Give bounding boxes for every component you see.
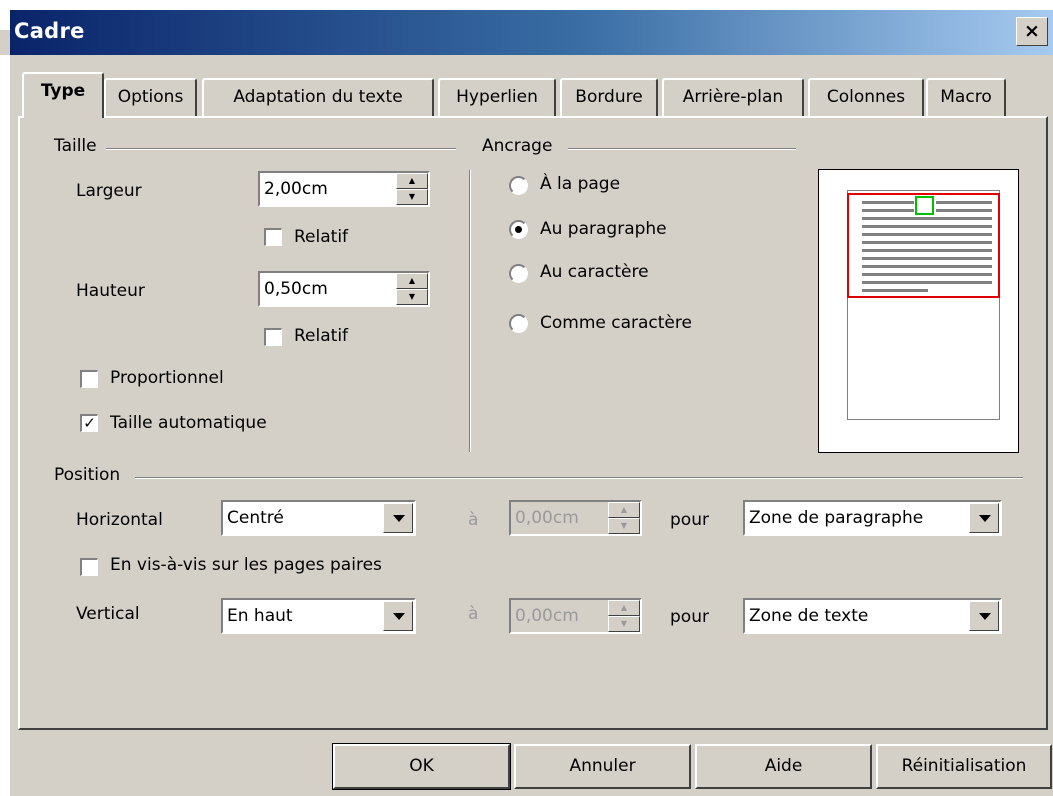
vertical-pour-value: Zone de texte (749, 606, 869, 626)
tab-macro[interactable]: Macro (926, 78, 1006, 117)
spin-down-icon: ▼ (608, 616, 640, 632)
tab-bordure[interactable]: Bordure (560, 78, 658, 117)
tab-hyperlien[interactable]: Hyperlien (438, 78, 556, 117)
ok-button[interactable]: OK (332, 743, 511, 790)
horizontal-value: Centré (227, 508, 284, 528)
preview-text-line (862, 225, 992, 228)
spin-up-icon: ▲ (608, 502, 640, 518)
taille-group-label: Taille (54, 136, 97, 156)
chevron-down-icon[interactable] (383, 601, 413, 631)
preview-text-line (862, 281, 992, 284)
preview-text-line (862, 249, 992, 252)
preview-text-line (862, 217, 992, 220)
largeur-label: Largeur (76, 181, 142, 201)
radio-au-caractere-label: Au caractère (540, 262, 649, 282)
window-border (0, 55, 10, 796)
check-icon: ✓ (83, 414, 96, 432)
relatif-hauteur-label: Relatif (294, 326, 349, 346)
relatif-largeur-label: Relatif (294, 227, 349, 247)
ancrage-group-label: Ancrage (482, 136, 553, 156)
window-title: Cadre (14, 19, 85, 43)
proportionnel-label: Proportionnel (110, 368, 224, 388)
vertical-offset-spinbox: 0,00cm ▲ ▼ (509, 598, 642, 634)
preview-frame-object (915, 196, 934, 215)
largeur-spinbox[interactable]: 2,00cm ▲ ▼ (258, 171, 430, 207)
preview-text-line (862, 265, 992, 268)
chevron-down-icon[interactable] (969, 601, 999, 631)
preview-text-line (862, 257, 992, 260)
radio-comme-caractere-label: Comme caractère (540, 313, 692, 333)
vertical-value: En haut (227, 606, 293, 626)
preview-text-line (862, 233, 992, 236)
position-group-label: Position (54, 465, 121, 485)
vis-a-vis-label: En vis-à-vis sur les pages paires (110, 555, 382, 575)
horizontal-offset-value: 0,00cm (515, 508, 579, 528)
radio-comme-caractere[interactable] (509, 314, 528, 333)
cancel-button[interactable]: Annuler (514, 744, 691, 789)
proportionnel-checkbox[interactable] (80, 370, 98, 388)
horizontal-select[interactable]: Centré (221, 500, 416, 536)
largeur-value: 2,00cm (264, 179, 328, 199)
spin-down-icon[interactable]: ▼ (396, 189, 428, 205)
preview-text-line (862, 241, 992, 244)
radio-au-paragraphe[interactable] (509, 220, 528, 239)
spin-up-icon[interactable]: ▲ (396, 273, 428, 289)
spin-down-icon: ▼ (608, 518, 640, 534)
relatif-hauteur-checkbox[interactable] (264, 328, 282, 346)
preview-text-line (862, 289, 928, 292)
vertical-select[interactable]: En haut (221, 598, 416, 634)
hauteur-spinbox[interactable]: 0,50cm ▲ ▼ (258, 271, 430, 307)
spin-up-icon: ▲ (608, 600, 640, 616)
title-bar (10, 10, 1053, 55)
hauteur-value: 0,50cm (264, 279, 328, 299)
taille-divider (106, 148, 456, 150)
chevron-down-icon[interactable] (383, 503, 413, 533)
horizontal-label: Horizontal (76, 510, 163, 530)
tab-colonnes[interactable]: Colonnes (808, 78, 924, 117)
horizontal-a-label: à (468, 510, 479, 530)
vis-a-vis-checkbox[interactable] (80, 558, 98, 576)
preview-text-line (862, 209, 914, 212)
tab-type[interactable]: Type (22, 72, 104, 118)
taille-auto-checkbox[interactable]: ✓ (80, 414, 98, 432)
close-button[interactable]: × (1016, 17, 1048, 46)
preview-text-line (862, 201, 914, 204)
preview-text-line (936, 209, 992, 212)
position-divider (135, 477, 1023, 479)
help-button[interactable]: Aide (695, 744, 872, 789)
horizontal-offset-spinbox: 0,00cm ▲ ▼ (509, 500, 642, 536)
close-icon: × (1024, 20, 1040, 42)
vertical-pour-select[interactable]: Zone de texte (743, 598, 1002, 634)
title-bar-frame (0, 0, 1053, 55)
ancrage-divider (568, 148, 796, 150)
horizontal-pour-select[interactable]: Zone de paragraphe (743, 500, 1002, 536)
radio-au-paragraphe-label: Au paragraphe (540, 219, 667, 239)
spin-down-icon[interactable]: ▼ (396, 289, 428, 305)
spin-up-icon[interactable]: ▲ (396, 173, 428, 189)
vertical-label: Vertical (76, 604, 140, 624)
preview-text-line (862, 273, 992, 276)
vertical-pour-label: pour (670, 607, 709, 627)
vertical-a-label: à (468, 604, 479, 624)
hauteur-label: Hauteur (76, 281, 145, 301)
horizontal-pour-value: Zone de paragraphe (749, 508, 924, 528)
tab-adaptation-du-texte[interactable]: Adaptation du texte (202, 78, 434, 117)
chevron-down-icon[interactable] (969, 503, 999, 533)
horizontal-pour-label: pour (670, 510, 709, 530)
taille-auto-label: Taille automatique (110, 413, 267, 433)
relatif-largeur-checkbox[interactable] (264, 228, 282, 246)
reset-button[interactable]: Réinitialisation (876, 744, 1052, 789)
radio-a-la-page[interactable] (509, 176, 528, 195)
tab-arriere-plan[interactable]: Arrière-plan (662, 78, 804, 117)
radio-au-caractere[interactable] (509, 264, 528, 283)
vertical-offset-value: 0,00cm (515, 606, 579, 626)
tab-options[interactable]: Options (104, 78, 197, 117)
group-separator (469, 170, 471, 452)
preview-text-line (936, 201, 992, 204)
radio-a-la-page-label: À la page (540, 174, 621, 194)
